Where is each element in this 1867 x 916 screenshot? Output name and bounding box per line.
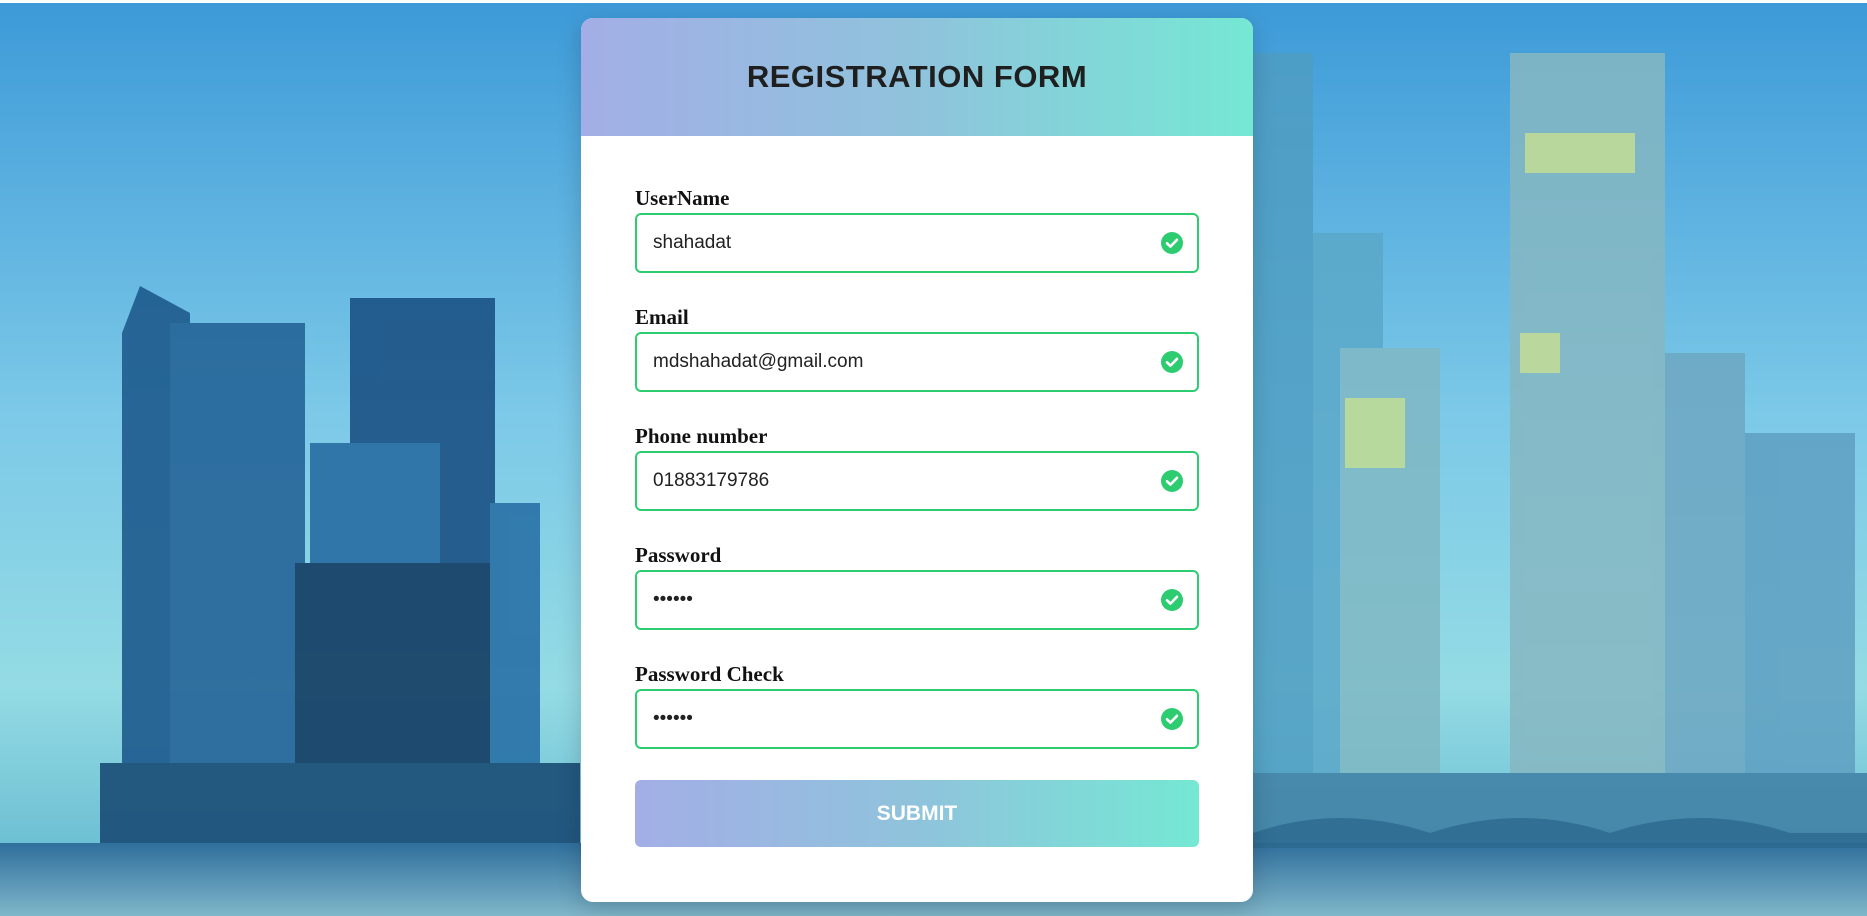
email-input-wrapper	[635, 332, 1199, 392]
username-input-wrapper	[635, 213, 1199, 273]
field-password-check: Password Check	[635, 662, 1199, 754]
field-phone: Phone number	[635, 424, 1199, 516]
check-circle-icon	[1161, 589, 1183, 611]
username-input[interactable]	[637, 215, 1133, 271]
field-username: UserName	[635, 186, 1199, 278]
card-header: REGISTRATION FORM	[581, 18, 1253, 136]
password-label: Password	[635, 543, 722, 567]
password-check-input[interactable]	[637, 691, 1133, 747]
email-label: Email	[635, 305, 689, 329]
password-check-label: Password Check	[635, 662, 784, 686]
check-circle-icon	[1161, 351, 1183, 373]
submit-button[interactable]: SUBMIT	[635, 780, 1199, 847]
phone-input[interactable]	[637, 453, 1133, 509]
password-input[interactable]	[637, 572, 1133, 628]
password-check-input-wrapper	[635, 689, 1199, 749]
username-label: UserName	[635, 186, 730, 210]
check-circle-icon	[1161, 470, 1183, 492]
password-input-wrapper	[635, 570, 1199, 630]
form-title: REGISTRATION FORM	[746, 59, 1088, 94]
phone-input-wrapper	[635, 451, 1199, 511]
field-password: Password	[635, 543, 1199, 635]
registration-form: UserName Email Phone number	[581, 136, 1253, 847]
check-circle-icon	[1161, 708, 1183, 730]
field-email: Email	[635, 305, 1199, 397]
phone-label: Phone number	[635, 424, 768, 448]
registration-card: REGISTRATION FORM UserName Email	[581, 18, 1253, 902]
email-input[interactable]	[637, 334, 1133, 390]
check-circle-icon	[1161, 232, 1183, 254]
